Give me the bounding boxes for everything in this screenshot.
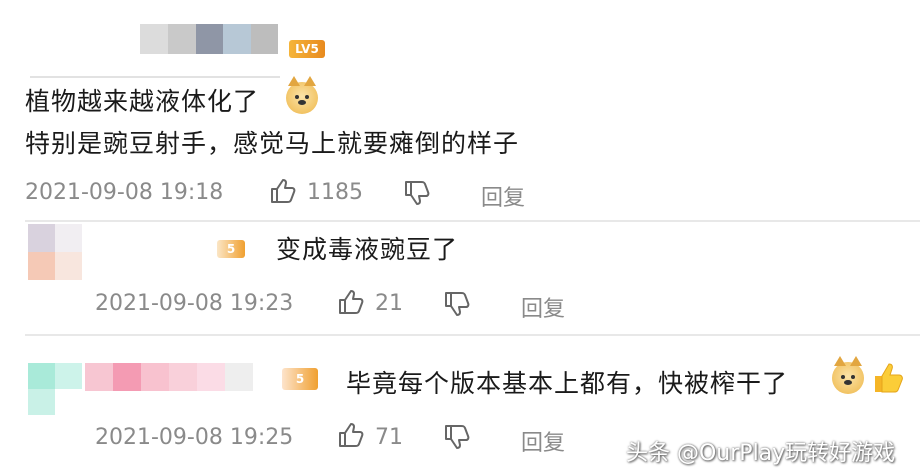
thumbs-up-icon[interactable] bbox=[268, 176, 298, 206]
comment-text: 毕竟每个版本基本上都有，快被榨干了 bbox=[346, 369, 789, 398]
level-badge: 5 bbox=[217, 240, 245, 258]
thumbs-up-icon[interactable] bbox=[336, 420, 366, 450]
avatar-blurred[interactable] bbox=[28, 224, 82, 280]
divider bbox=[25, 334, 920, 336]
watermark: 头条 @OurPlay玩转好游戏 bbox=[626, 441, 896, 466]
username-blurred[interactable] bbox=[85, 363, 253, 391]
comment-timestamp: 2021-09-08 19:23 bbox=[95, 291, 294, 316]
avatar-blurred[interactable] bbox=[28, 363, 82, 415]
comment-timestamp: 2021-09-08 19:18 bbox=[25, 180, 224, 205]
level-badge: LV5 bbox=[289, 40, 325, 58]
username-blurred[interactable] bbox=[140, 24, 278, 54]
thumbs-down-icon[interactable] bbox=[402, 178, 432, 208]
thumbs-up-emoji-icon bbox=[875, 363, 903, 393]
reply-button[interactable]: 回复 bbox=[481, 180, 525, 212]
comment-text: 变成毒液豌豆了 bbox=[276, 235, 459, 264]
like-count: 21 bbox=[375, 291, 403, 316]
like-count: 71 bbox=[375, 425, 403, 450]
comment-timestamp: 2021-09-08 19:25 bbox=[95, 425, 294, 450]
doge-emoji-icon bbox=[832, 356, 864, 394]
comment-text-line-1: 植物越来越液体化了 bbox=[25, 87, 260, 116]
divider bbox=[25, 220, 920, 222]
reply-button[interactable]: 回复 bbox=[521, 425, 565, 457]
doge-emoji-icon bbox=[286, 76, 318, 114]
thumbs-up-icon[interactable] bbox=[336, 287, 366, 317]
like-count: 1185 bbox=[307, 180, 363, 205]
reply-button[interactable]: 回复 bbox=[521, 291, 565, 323]
level-badge: 5 bbox=[282, 368, 318, 390]
thumbs-down-icon[interactable] bbox=[442, 289, 472, 319]
comment-text-line-2: 特别是豌豆射手，感觉马上就要瘫倒的样子 bbox=[25, 129, 520, 158]
username-underline bbox=[30, 76, 280, 78]
thumbs-down-icon[interactable] bbox=[442, 422, 472, 452]
